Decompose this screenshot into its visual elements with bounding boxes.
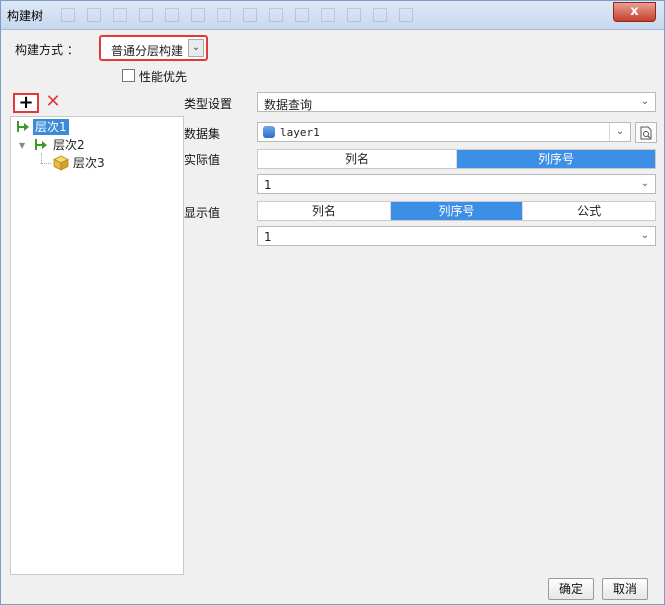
type-select[interactable]: 数据查询 ⌄ <box>257 92 656 112</box>
hierarchy-node-icon <box>35 139 47 150</box>
chevron-down-icon[interactable]: ⌄ <box>188 39 204 57</box>
delete-node-button[interactable]: ✕ <box>45 93 61 111</box>
dataset-value: layer1 <box>280 126 320 139</box>
close-button[interactable]: x <box>613 2 656 22</box>
actual-value-label: 实际值 <box>184 153 221 167</box>
dialog-window: 构建树 x 构建方式 ： 普通分层构建 ⌄ 性能优先 + ✕ 层次1 ▼ 层次2… <box>0 0 665 605</box>
window-title: 构建树 <box>7 9 44 23</box>
document-search-icon <box>640 126 652 140</box>
cancel-button[interactable]: 取消 <box>602 578 648 600</box>
hierarchy-node-icon <box>17 121 29 132</box>
display-value-mode-tabs[interactable]: 列名 列序号 公式 <box>257 201 656 221</box>
title-bar: 构建树 x <box>1 1 664 30</box>
chevron-down-icon[interactable]: ⌄ <box>639 178 651 190</box>
display-value: 1 <box>264 230 272 244</box>
display-value-label: 显示值 <box>184 206 221 220</box>
chevron-down-icon[interactable]: ⌄ <box>639 96 651 108</box>
ok-button[interactable]: 确定 <box>548 578 594 600</box>
add-node-button[interactable]: + <box>13 93 39 113</box>
display-mode-column-index[interactable]: 列序号 <box>389 202 523 220</box>
performance-label: 性能优先 <box>139 70 188 84</box>
tree-node-label: 层次2 <box>53 138 85 152</box>
actual-value: 1 <box>264 178 272 192</box>
collapse-triangle-icon[interactable]: ▼ <box>19 141 25 150</box>
chevron-down-icon[interactable]: ⌄ <box>639 230 651 242</box>
actual-value-select[interactable]: 1 ⌄ <box>257 174 656 194</box>
actual-mode-column-name[interactable]: 列名 <box>258 150 456 168</box>
type-value: 数据查询 <box>264 98 313 112</box>
actual-value-mode-tabs[interactable]: 列名 列序号 <box>257 149 656 169</box>
tree-connector <box>41 163 51 164</box>
build-mode-label: 构建方式 ： <box>15 43 79 57</box>
build-mode-value: 普通分层构建 <box>111 44 184 58</box>
dataset-preview-button[interactable] <box>635 122 657 143</box>
display-mode-formula[interactable]: 公式 <box>522 202 655 220</box>
dataset-label: 数据集 <box>184 127 221 141</box>
tree-node-label: 层次1 <box>33 119 69 135</box>
database-icon <box>263 126 275 138</box>
type-label: 类型设置 <box>184 97 233 111</box>
cube-icon <box>53 155 69 171</box>
build-mode-select[interactable]: 普通分层构建 ⌄ <box>99 35 208 61</box>
performance-checkbox[interactable] <box>122 69 135 82</box>
dialog-content: 构建方式 ： 普通分层构建 ⌄ 性能优先 + ✕ 层次1 ▼ 层次2 层次3 类… <box>2 31 663 604</box>
dataset-select[interactable]: layer1 ⌄ <box>257 122 631 142</box>
actual-mode-column-index[interactable]: 列序号 <box>456 150 655 168</box>
hierarchy-tree[interactable]: 层次1 ▼ 层次2 层次3 <box>10 116 184 575</box>
display-mode-column-name[interactable]: 列名 <box>258 202 390 220</box>
chevron-down-icon[interactable]: ⌄ <box>614 126 626 138</box>
background-toolbar-ghost <box>61 8 421 22</box>
tree-connector <box>41 153 42 163</box>
display-value-select[interactable]: 1 ⌄ <box>257 226 656 246</box>
tree-node-label: 层次3 <box>73 156 105 170</box>
